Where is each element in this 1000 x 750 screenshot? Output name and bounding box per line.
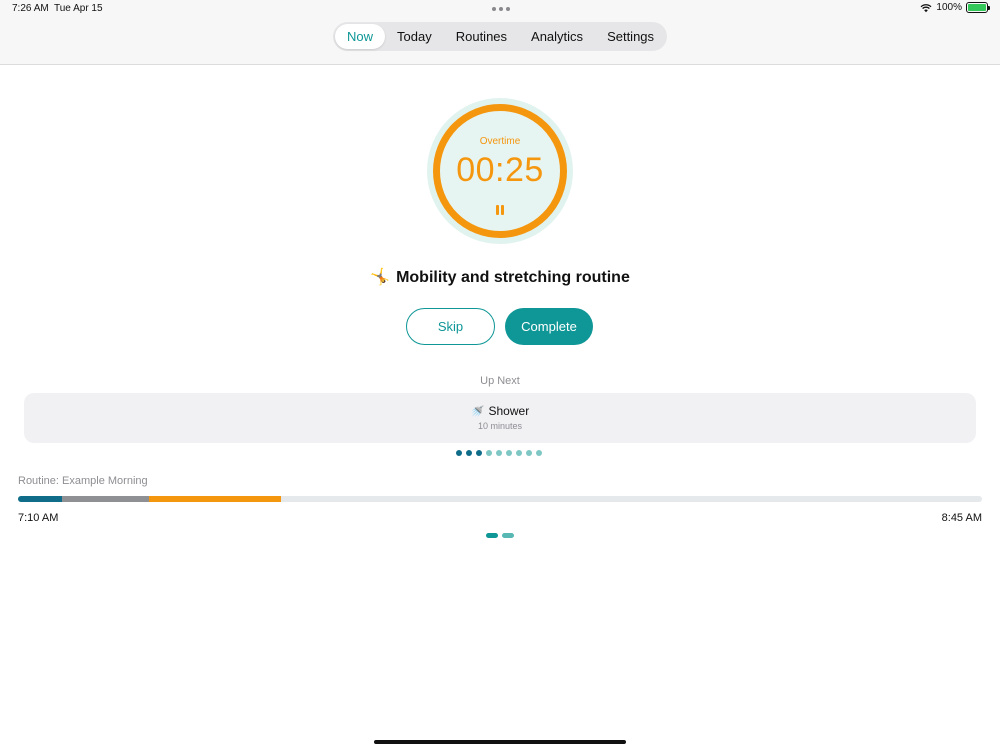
pending-task-dot (486, 450, 492, 456)
completed-task-dot (456, 450, 462, 456)
status-bar: 7:26 AM Tue Apr 15 100% (0, 0, 1000, 18)
up-next-card[interactable]: 🚿 Shower 10 minutes (24, 393, 976, 443)
multitasking-dots-icon[interactable] (492, 7, 510, 11)
task-title-text: Mobility and stretching routine (396, 269, 630, 286)
task-emoji-icon: 🤸 (370, 269, 391, 286)
up-next-task: 🚿 Shower (24, 404, 976, 418)
routine-progress-segment (18, 496, 63, 502)
tab-now[interactable]: Now (335, 24, 386, 49)
tab-today[interactable]: Today (385, 24, 444, 49)
timer-status-label: Overtime (479, 136, 521, 147)
tab-settings[interactable]: Settings (595, 24, 666, 49)
page-indicator[interactable] (486, 533, 514, 538)
pause-icon[interactable] (493, 203, 507, 217)
current-task-title: 🤸 Mobility and stretching routine (0, 267, 1000, 287)
routine-end-time: 8:45 AM (941, 512, 982, 524)
routine-progress-segment (149, 496, 282, 502)
routine-label: Routine: Example Morning (18, 475, 148, 487)
completed-task-dot (476, 450, 482, 456)
battery-charging-icon (966, 2, 990, 13)
tab-routines[interactable]: Routines (444, 24, 519, 49)
pending-task-dot (516, 450, 522, 456)
wifi-icon (920, 3, 932, 12)
up-next-label: Up Next (480, 375, 520, 387)
status-right: 100% (920, 2, 990, 13)
pending-task-dot (496, 450, 502, 456)
skip-button[interactable]: Skip (406, 308, 495, 345)
pending-task-dot (526, 450, 532, 456)
routine-start-time: 7:10 AM (18, 512, 59, 524)
routine-progress-segment (62, 496, 150, 502)
pending-task-dot (506, 450, 512, 456)
task-progress-dots (456, 450, 542, 456)
shower-icon: 🚿 (470, 406, 485, 418)
routine-progress-bar (18, 496, 982, 502)
main-tab-bar: Now Today Routines Analytics Settings (333, 22, 667, 51)
tab-analytics[interactable]: Analytics (519, 24, 595, 49)
home-indicator[interactable] (374, 740, 626, 744)
page-indicator-dot[interactable] (502, 533, 514, 538)
up-next-duration: 10 minutes (477, 421, 523, 431)
status-date: Tue Apr 15 (54, 3, 103, 14)
up-next-name: Shower (488, 404, 530, 418)
battery-percent: 100% (936, 2, 962, 13)
timer-value: 00:25 (456, 151, 544, 189)
page-indicator-dot[interactable] (486, 533, 498, 538)
complete-button[interactable]: Complete (505, 308, 593, 345)
status-time: 7:26 AM (12, 3, 49, 14)
completed-task-dot (466, 450, 472, 456)
pending-task-dot (536, 450, 542, 456)
